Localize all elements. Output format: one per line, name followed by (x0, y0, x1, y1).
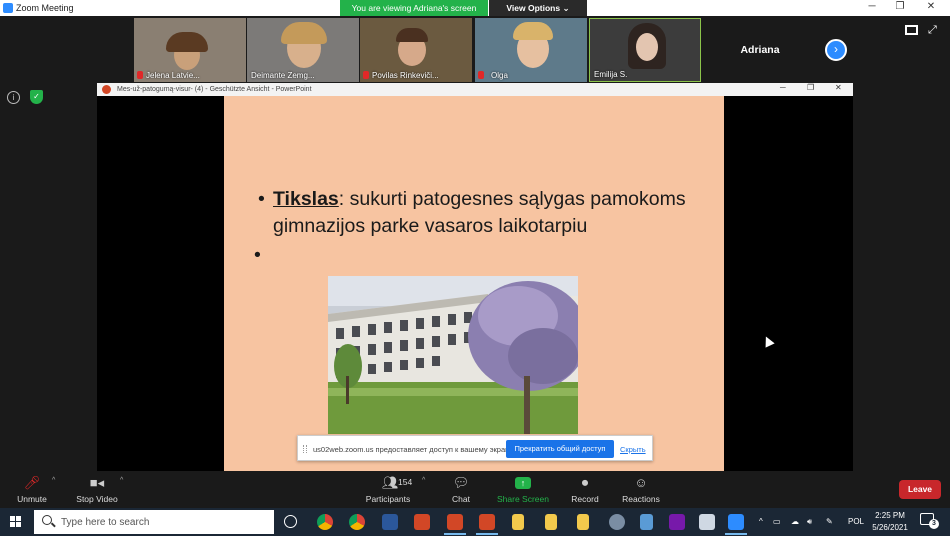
close-button[interactable]: ✕ (920, 1, 942, 15)
participant-tile[interactable]: Emilija S. (589, 18, 701, 82)
zoom-logo-icon (3, 3, 13, 13)
mic-muted-icon (137, 71, 143, 79)
windows-start-icon[interactable] (10, 516, 22, 528)
viewing-screen-badge: You are viewing Adriana's screen (340, 0, 488, 16)
word-icon[interactable] (382, 514, 398, 530)
participant-name: Deimante Zemg... (251, 71, 315, 80)
onedrive-cloud-icon[interactable]: ☁︎ (791, 517, 799, 526)
hide-notice-link[interactable]: Скрыть (620, 445, 646, 454)
chat-button[interactable]: 💬︎ Chat (442, 471, 480, 508)
bullet-marker: • (258, 188, 265, 210)
video-camera-icon: ■◂ (89, 475, 105, 490)
record-circle-icon: ⏺︎ (581, 475, 589, 490)
participant-name: Emilija S. (594, 70, 628, 79)
slide-empty-bullet: • (254, 244, 261, 266)
ppt-close-icon: ✕ (835, 83, 842, 92)
chat-bubble-icon: 💬︎ (452, 475, 470, 490)
leave-meeting-button[interactable]: Leave (899, 480, 941, 499)
chrome-icon[interactable] (317, 514, 333, 530)
powerpoint-icon (102, 85, 111, 94)
slide-keyword: Tikslas (273, 188, 339, 210)
clock-time: 2:25 PM (875, 511, 905, 520)
window-title: Zoom Meeting (16, 3, 74, 13)
share-screen-label: Share Screen (497, 494, 549, 504)
reactions-button[interactable]: ☺︎ Reactions (618, 471, 664, 508)
chat-label: Chat (452, 494, 470, 504)
mic-muted-icon: 🎤︎ (23, 475, 41, 490)
share-notice-message: us02web.zoom.us предоставляет доступ к в… (313, 445, 515, 454)
stop-video-button[interactable]: ■◂ Stop Video ^ (70, 471, 124, 508)
task-view-icon[interactable] (284, 515, 297, 528)
participant-name: Povilas Rinkeviči... (372, 71, 439, 80)
participants-icon: 👥︎ (382, 475, 399, 490)
powerpoint-icon[interactable] (444, 514, 466, 535)
onenote-icon[interactable] (669, 514, 685, 530)
smiley-plus-icon: ☺︎ (634, 475, 648, 490)
slide-photo-school-building (328, 276, 578, 434)
participant-name: Jelena Latvie... (146, 71, 200, 80)
slide-bullet-goal: • Tikslas: sukurti patogesnes sąlygas pa… (258, 186, 718, 240)
pen-icon[interactable]: ✎ (826, 517, 833, 526)
stop-video-label: Stop Video (76, 494, 118, 504)
chevron-up-icon[interactable]: ^ (759, 517, 763, 526)
record-button[interactable]: ⏺︎ Record (566, 471, 604, 508)
fullscreen-icon[interactable]: ⤢ (928, 24, 937, 37)
ppt-restore-icon: ❐ (807, 83, 815, 92)
participants-count: 154 (398, 477, 413, 487)
ppt-window-title: Mes-už-patogumą-visur- (4) - Geschützte … (117, 85, 312, 93)
drag-handle-icon[interactable] (303, 445, 307, 453)
chevron-up-icon[interactable]: ^ (52, 477, 55, 484)
search-placeholder: Type here to search (61, 517, 150, 528)
stop-sharing-button[interactable]: Прекратить общий доступ (506, 440, 614, 458)
participants-label: Participants (365, 494, 411, 504)
participant-tile[interactable]: Deimante Zemg... (247, 18, 359, 82)
chevron-up-icon[interactable]: ^ (422, 477, 425, 484)
powerpoint-icon[interactable] (414, 514, 430, 530)
mic-muted-icon (478, 71, 484, 79)
next-page-arrow-icon[interactable]: › (825, 39, 847, 61)
active-speaker-name[interactable]: Adriana (705, 18, 815, 82)
screen-share-notice: us02web.zoom.us предоставляет доступ к в… (297, 435, 653, 461)
restore-button[interactable]: ❐ (889, 1, 911, 15)
file-explorer-icon[interactable] (577, 514, 589, 530)
record-label: Record (571, 494, 599, 504)
mic-muted-icon (363, 71, 369, 79)
file-explorer-icon[interactable] (512, 514, 524, 530)
reactions-label: Reactions (622, 494, 660, 504)
participant-tile[interactable]: Jelena Latvie... (134, 18, 246, 82)
participants-button[interactable]: 👥︎ 154 Participants ^ (360, 471, 426, 508)
view-options-button[interactable]: View Options ⌄ (489, 0, 587, 16)
calculator-icon[interactable] (640, 514, 653, 530)
gallery-view-icon[interactable] (905, 25, 918, 35)
volume-icon[interactable]: 🔊︎ (807, 517, 812, 527)
unmute-button[interactable]: 🎤︎ Unmute ^ (8, 471, 56, 508)
meeting-toolbar: 🎤︎ Unmute ^ ■◂ Stop Video ^ 👥︎ 154 Parti… (0, 471, 950, 508)
security-shield-icon[interactable]: ✓ (30, 90, 43, 104)
taskbar-search-box[interactable]: Type here to search (34, 510, 274, 534)
battery-icon[interactable]: ▭ (773, 517, 781, 526)
participant-name: Olga (491, 71, 508, 80)
share-screen-button[interactable]: ↑ Share Screen (496, 471, 550, 508)
chrome-icon[interactable] (349, 514, 365, 530)
app-window-icon[interactable] (699, 514, 715, 530)
taskbar-clock[interactable]: 2:25 PM 5/26/2021 (870, 510, 910, 534)
clock-date: 5/26/2021 (872, 523, 908, 532)
notification-count-badge: 3 (929, 519, 939, 529)
powerpoint-title-bar: Mes-už-patogumą-visur- (4) - Geschützte … (97, 83, 853, 96)
meeting-info-icon[interactable]: i (7, 91, 20, 104)
ppt-minimize-icon: ─ (780, 83, 786, 92)
unmute-label: Unmute (17, 494, 47, 504)
minimize-button[interactable]: ─ (861, 1, 883, 15)
participant-tile[interactable]: Povilas Rinkeviči... (360, 18, 472, 82)
chevron-up-icon[interactable]: ^ (120, 477, 123, 484)
zoom-icon[interactable] (725, 514, 747, 535)
input-language[interactable]: POL (848, 517, 864, 526)
file-explorer-icon[interactable] (545, 514, 557, 530)
search-icon (42, 515, 52, 525)
share-arrow-icon: ↑ (515, 477, 531, 489)
powerpoint-icon[interactable] (476, 514, 498, 535)
app-icon[interactable] (609, 514, 625, 530)
participant-tile[interactable]: Olga (475, 18, 587, 82)
